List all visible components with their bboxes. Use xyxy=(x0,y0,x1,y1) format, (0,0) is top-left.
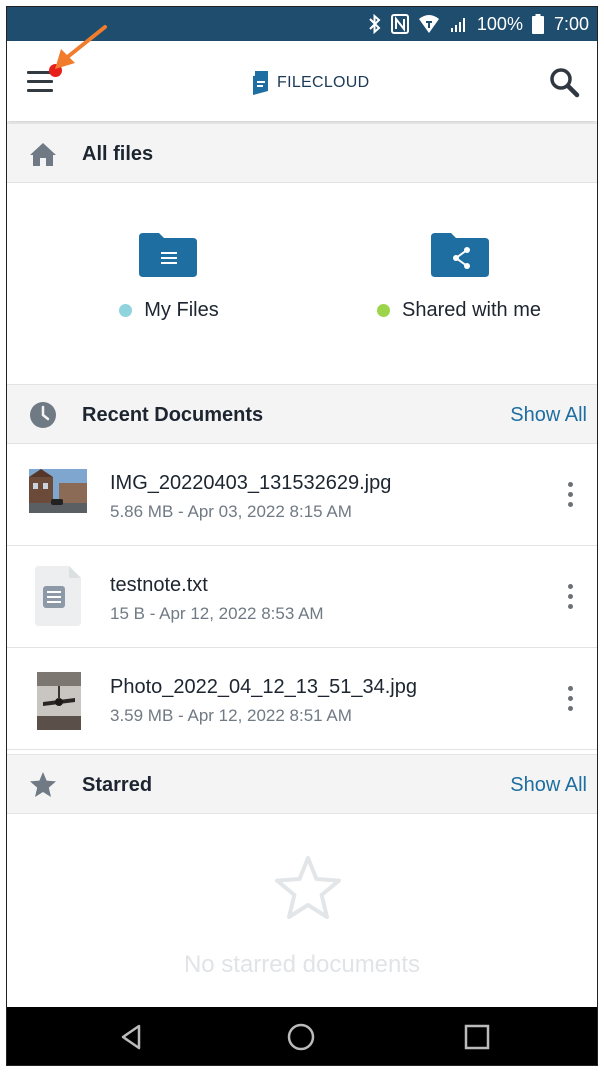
logo-text: FILECLOUD xyxy=(277,74,370,91)
folder-share-icon xyxy=(431,233,489,277)
file-row-img[interactable]: IMG_20220403_131532629.jpg 5.86 MB - Apr… xyxy=(7,444,597,546)
ceiling-fan-photo-thumbnail xyxy=(37,672,81,730)
app-screen: 100% 7:00 FILECLOUD All files My Files S… xyxy=(6,6,598,1066)
file-name: Photo_2022_04_12_13_51_34.jpg xyxy=(110,676,417,698)
recent-documents-title: Recent Documents xyxy=(82,404,264,426)
star-icon xyxy=(29,771,57,799)
annotation-arrow-icon xyxy=(55,25,107,69)
all-files-title: All files xyxy=(82,143,154,165)
shared-with-me-label: Shared with me xyxy=(402,299,541,321)
my-files-label: My Files xyxy=(144,299,219,321)
file-row-photo[interactable]: Photo_2022_04_12_13_51_34.jpg 3.59 MB - … xyxy=(7,648,597,750)
signal-icon xyxy=(449,15,467,33)
filecloud-logo-icon xyxy=(253,71,268,95)
my-files-dot xyxy=(119,304,133,317)
text-file-icon xyxy=(35,566,81,626)
search-icon[interactable] xyxy=(547,65,581,99)
recent-show-all-link[interactable]: Show All xyxy=(510,404,587,427)
my-files-label-row: My Files xyxy=(69,299,269,322)
clock-icon xyxy=(29,401,57,429)
filecloud-logo: FILECLOUD xyxy=(251,71,370,95)
recents-square-icon[interactable] xyxy=(462,1022,492,1052)
file-meta: 3.59 MB - Apr 12, 2022 8:51 AM xyxy=(110,706,352,725)
recent-documents-header: Recent Documents Show All xyxy=(7,384,597,444)
battery-percentage: 100% xyxy=(476,13,523,34)
more-options-icon[interactable] xyxy=(559,478,583,512)
system-nav-bar xyxy=(7,1007,597,1065)
street-photo-thumbnail xyxy=(29,469,87,513)
shared-with-me-label-row: Shared with me xyxy=(359,299,559,322)
file-row-txt[interactable]: testnote.txt 15 B - Apr 12, 2022 8:53 AM xyxy=(7,546,597,648)
file-meta: 5.86 MB - Apr 03, 2022 8:15 AM xyxy=(110,502,352,521)
all-files-header[interactable]: All files xyxy=(7,123,597,183)
empty-star-icon xyxy=(275,856,341,919)
starred-header: Starred Show All xyxy=(7,754,597,814)
empty-starred-text: No starred documents xyxy=(183,951,421,978)
file-name: testnote.txt xyxy=(110,574,208,596)
more-options-icon[interactable] xyxy=(559,580,583,614)
battery-icon xyxy=(531,14,544,34)
home-icon xyxy=(29,140,57,168)
more-options-icon[interactable] xyxy=(559,682,583,716)
bluetooth-icon xyxy=(368,14,382,34)
app-bar: FILECLOUD xyxy=(7,25,597,121)
nfc-icon xyxy=(390,14,409,34)
clock-time: 7:00 xyxy=(553,13,589,34)
shared-with-me-dot xyxy=(377,304,391,317)
file-meta: 15 B - Apr 12, 2022 8:53 AM xyxy=(110,604,324,623)
back-icon[interactable] xyxy=(117,1022,147,1052)
wifi-icon xyxy=(418,14,440,34)
my-files-shortcut[interactable]: My Files xyxy=(69,233,269,333)
home-circle-icon[interactable] xyxy=(286,1022,316,1052)
shared-with-me-shortcut[interactable]: Shared with me xyxy=(359,233,597,333)
starred-title: Starred xyxy=(82,774,153,796)
folder-document-icon xyxy=(139,233,197,277)
file-name: IMG_20220403_131532629.jpg xyxy=(110,472,392,494)
starred-show-all-link[interactable]: Show All xyxy=(510,774,587,797)
